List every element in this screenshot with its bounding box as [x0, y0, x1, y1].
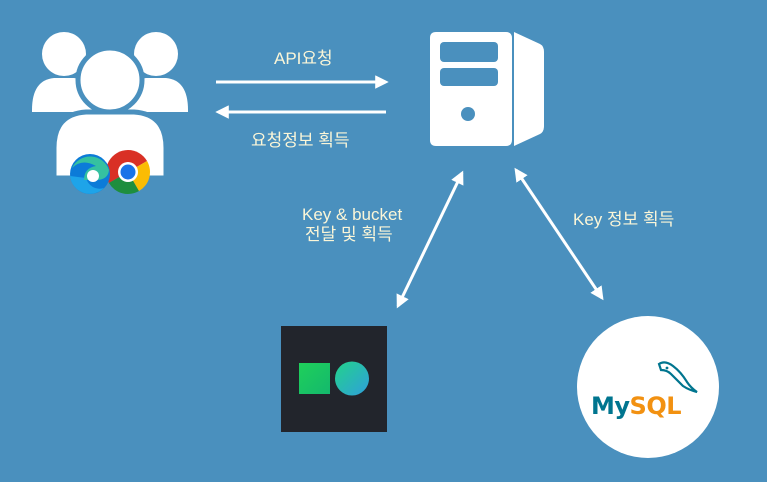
arrow-key-bucket [396, 170, 464, 309]
storage-logo-icon [299, 361, 369, 396]
label-key-bucket-1: Key & bucket [302, 205, 403, 224]
mysql-text: MySQL [591, 392, 682, 420]
mysql-logo-text: MySQL [591, 392, 682, 420]
edge-chrome-icon [70, 150, 150, 194]
server-icon [430, 32, 544, 146]
label-request-info: 요청정보 획득 [251, 131, 350, 150]
label-key-bucket-2: 전달 및 획득 [305, 225, 393, 244]
mysql-node: MySQL [577, 316, 719, 458]
mysql-icon [657, 361, 698, 394]
label-key-info: Key 정보 획득 [573, 210, 675, 229]
label-api-request: API요청 [274, 49, 333, 68]
arrow-key-info [514, 167, 604, 301]
storage-node [281, 326, 387, 432]
